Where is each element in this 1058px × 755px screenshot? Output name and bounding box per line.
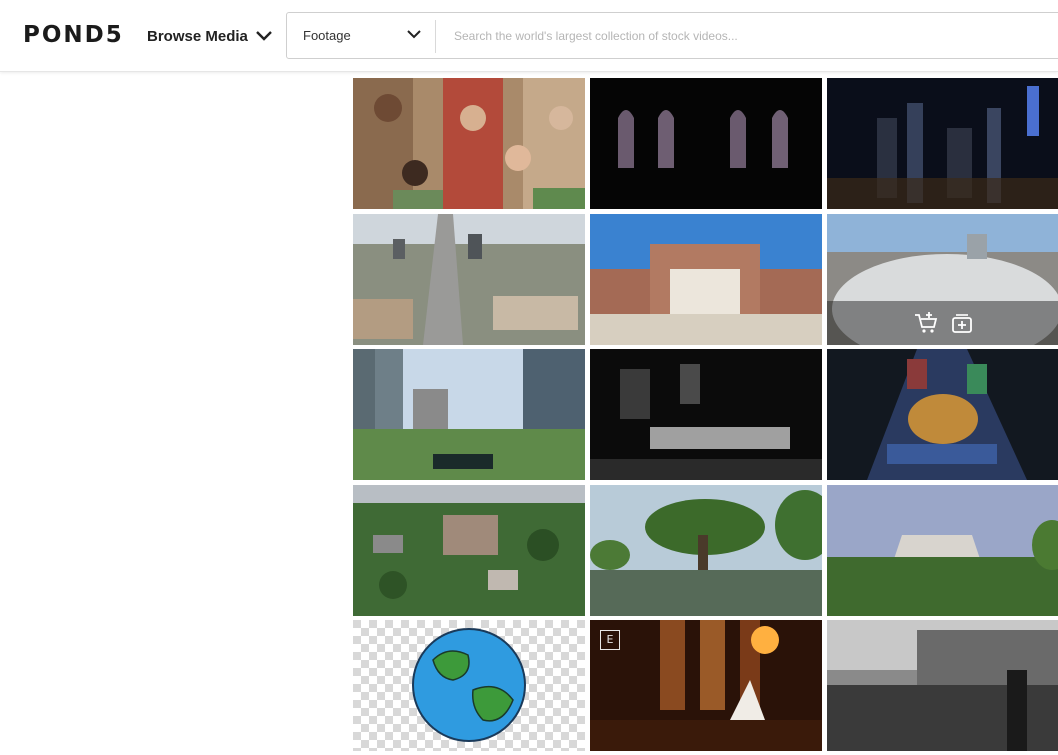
thumbnail-image	[590, 78, 822, 209]
thumbnail-image	[353, 349, 585, 480]
video-thumbnail[interactable]	[590, 214, 822, 345]
search-divider	[435, 20, 436, 53]
top-navigation-bar: POND5 Browse Media Footage	[0, 0, 1058, 72]
video-thumbnail[interactable]	[353, 349, 585, 480]
add-to-collection-icon[interactable]	[949, 311, 975, 335]
video-thumbnail[interactable]	[353, 78, 585, 209]
search-input[interactable]	[437, 15, 1037, 56]
thumbnail-image	[590, 620, 822, 751]
video-thumbnail[interactable]	[353, 214, 585, 345]
video-thumbnail[interactable]	[827, 78, 1058, 209]
thumbnail-image	[827, 78, 1058, 209]
thumbnail-image	[353, 78, 585, 209]
video-thumbnail[interactable]	[827, 485, 1058, 616]
search-bar: Footage	[286, 12, 1058, 59]
media-type-select[interactable]: Footage	[287, 13, 435, 58]
add-to-cart-icon[interactable]	[913, 311, 939, 335]
video-thumbnail[interactable]	[827, 214, 1058, 345]
video-thumbnail[interactable]	[590, 349, 822, 480]
video-thumbnail[interactable]	[590, 485, 822, 616]
hover-actions-bar	[827, 301, 1058, 345]
video-thumbnail[interactable]	[590, 78, 822, 209]
thumbnail-image	[353, 620, 585, 751]
browse-media-dropdown[interactable]: Browse Media	[147, 25, 272, 47]
video-thumbnail[interactable]	[827, 620, 1058, 751]
thumbnail-image	[827, 620, 1058, 751]
thumbnail-image	[590, 349, 822, 480]
thumbnail-image	[590, 485, 822, 616]
chevron-down-icon	[407, 30, 421, 39]
results-grid: E	[353, 0, 1058, 755]
thumbnail-image	[827, 349, 1058, 480]
video-thumbnail[interactable]	[353, 620, 585, 751]
pond5-logo[interactable]: POND5	[23, 22, 124, 48]
editorial-badge: E	[600, 630, 620, 650]
video-thumbnail[interactable]: E	[590, 620, 822, 751]
thumbnail-image	[827, 485, 1058, 616]
browse-media-label: Browse Media	[147, 27, 248, 45]
thumbnail-image	[590, 214, 822, 345]
thumbnail-image	[353, 485, 585, 616]
video-thumbnail[interactable]	[353, 485, 585, 616]
video-thumbnail[interactable]	[827, 349, 1058, 480]
media-type-selected: Footage	[303, 28, 351, 43]
thumbnail-image	[353, 214, 585, 345]
chevron-down-icon	[256, 31, 272, 41]
